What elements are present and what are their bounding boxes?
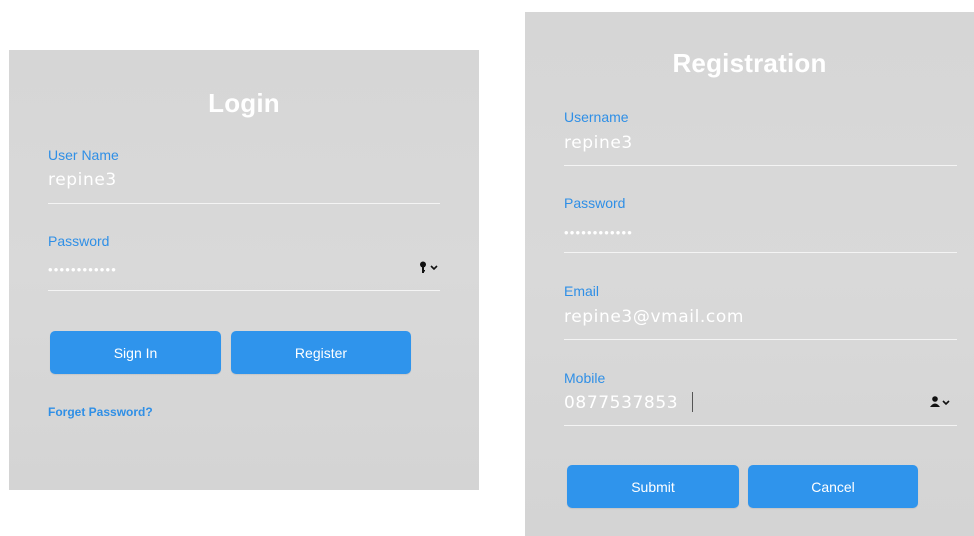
email-underline xyxy=(564,339,957,340)
reg-password-underline xyxy=(564,252,957,253)
password-label: Password xyxy=(48,233,110,249)
login-panel: Login User Name repine3 Password •••••••… xyxy=(9,50,479,490)
password-input[interactable]: •••••••••••• xyxy=(48,262,117,277)
email-input[interactable]: repine3@vmail.com xyxy=(564,307,744,327)
sign-in-button[interactable]: Sign In xyxy=(50,331,221,374)
cancel-button[interactable]: Cancel xyxy=(748,465,918,508)
login-title: Login xyxy=(208,88,280,118)
reg-username-input[interactable]: repine3 xyxy=(564,133,633,153)
registration-title: Registration xyxy=(672,48,827,78)
contact-icon[interactable] xyxy=(929,396,951,408)
email-label: Email xyxy=(564,283,600,299)
mobile-underline xyxy=(564,425,957,426)
key-chevron-svg xyxy=(420,261,438,273)
password-underline xyxy=(48,290,440,291)
mobile-label: Mobile xyxy=(564,370,606,386)
forgot-password-link[interactable]: Forget Password? xyxy=(48,405,153,419)
reg-username-underline xyxy=(564,165,957,166)
text-cursor xyxy=(692,392,693,412)
submit-button[interactable]: Submit xyxy=(567,465,739,508)
key-icon[interactable] xyxy=(419,261,439,273)
username-label: User Name xyxy=(48,147,119,163)
contact-chevron-svg xyxy=(930,396,950,407)
register-button[interactable]: Register xyxy=(231,331,411,374)
reg-username-label: Username xyxy=(564,109,629,125)
registration-panel: Registration Username repine3 Password •… xyxy=(525,12,974,536)
reg-password-input[interactable]: •••••••••••• xyxy=(564,225,633,240)
reg-password-label: Password xyxy=(564,195,626,211)
username-underline xyxy=(48,203,440,204)
mobile-input[interactable]: 0877537853 xyxy=(564,393,678,413)
username-input[interactable]: repine3 xyxy=(48,170,117,190)
